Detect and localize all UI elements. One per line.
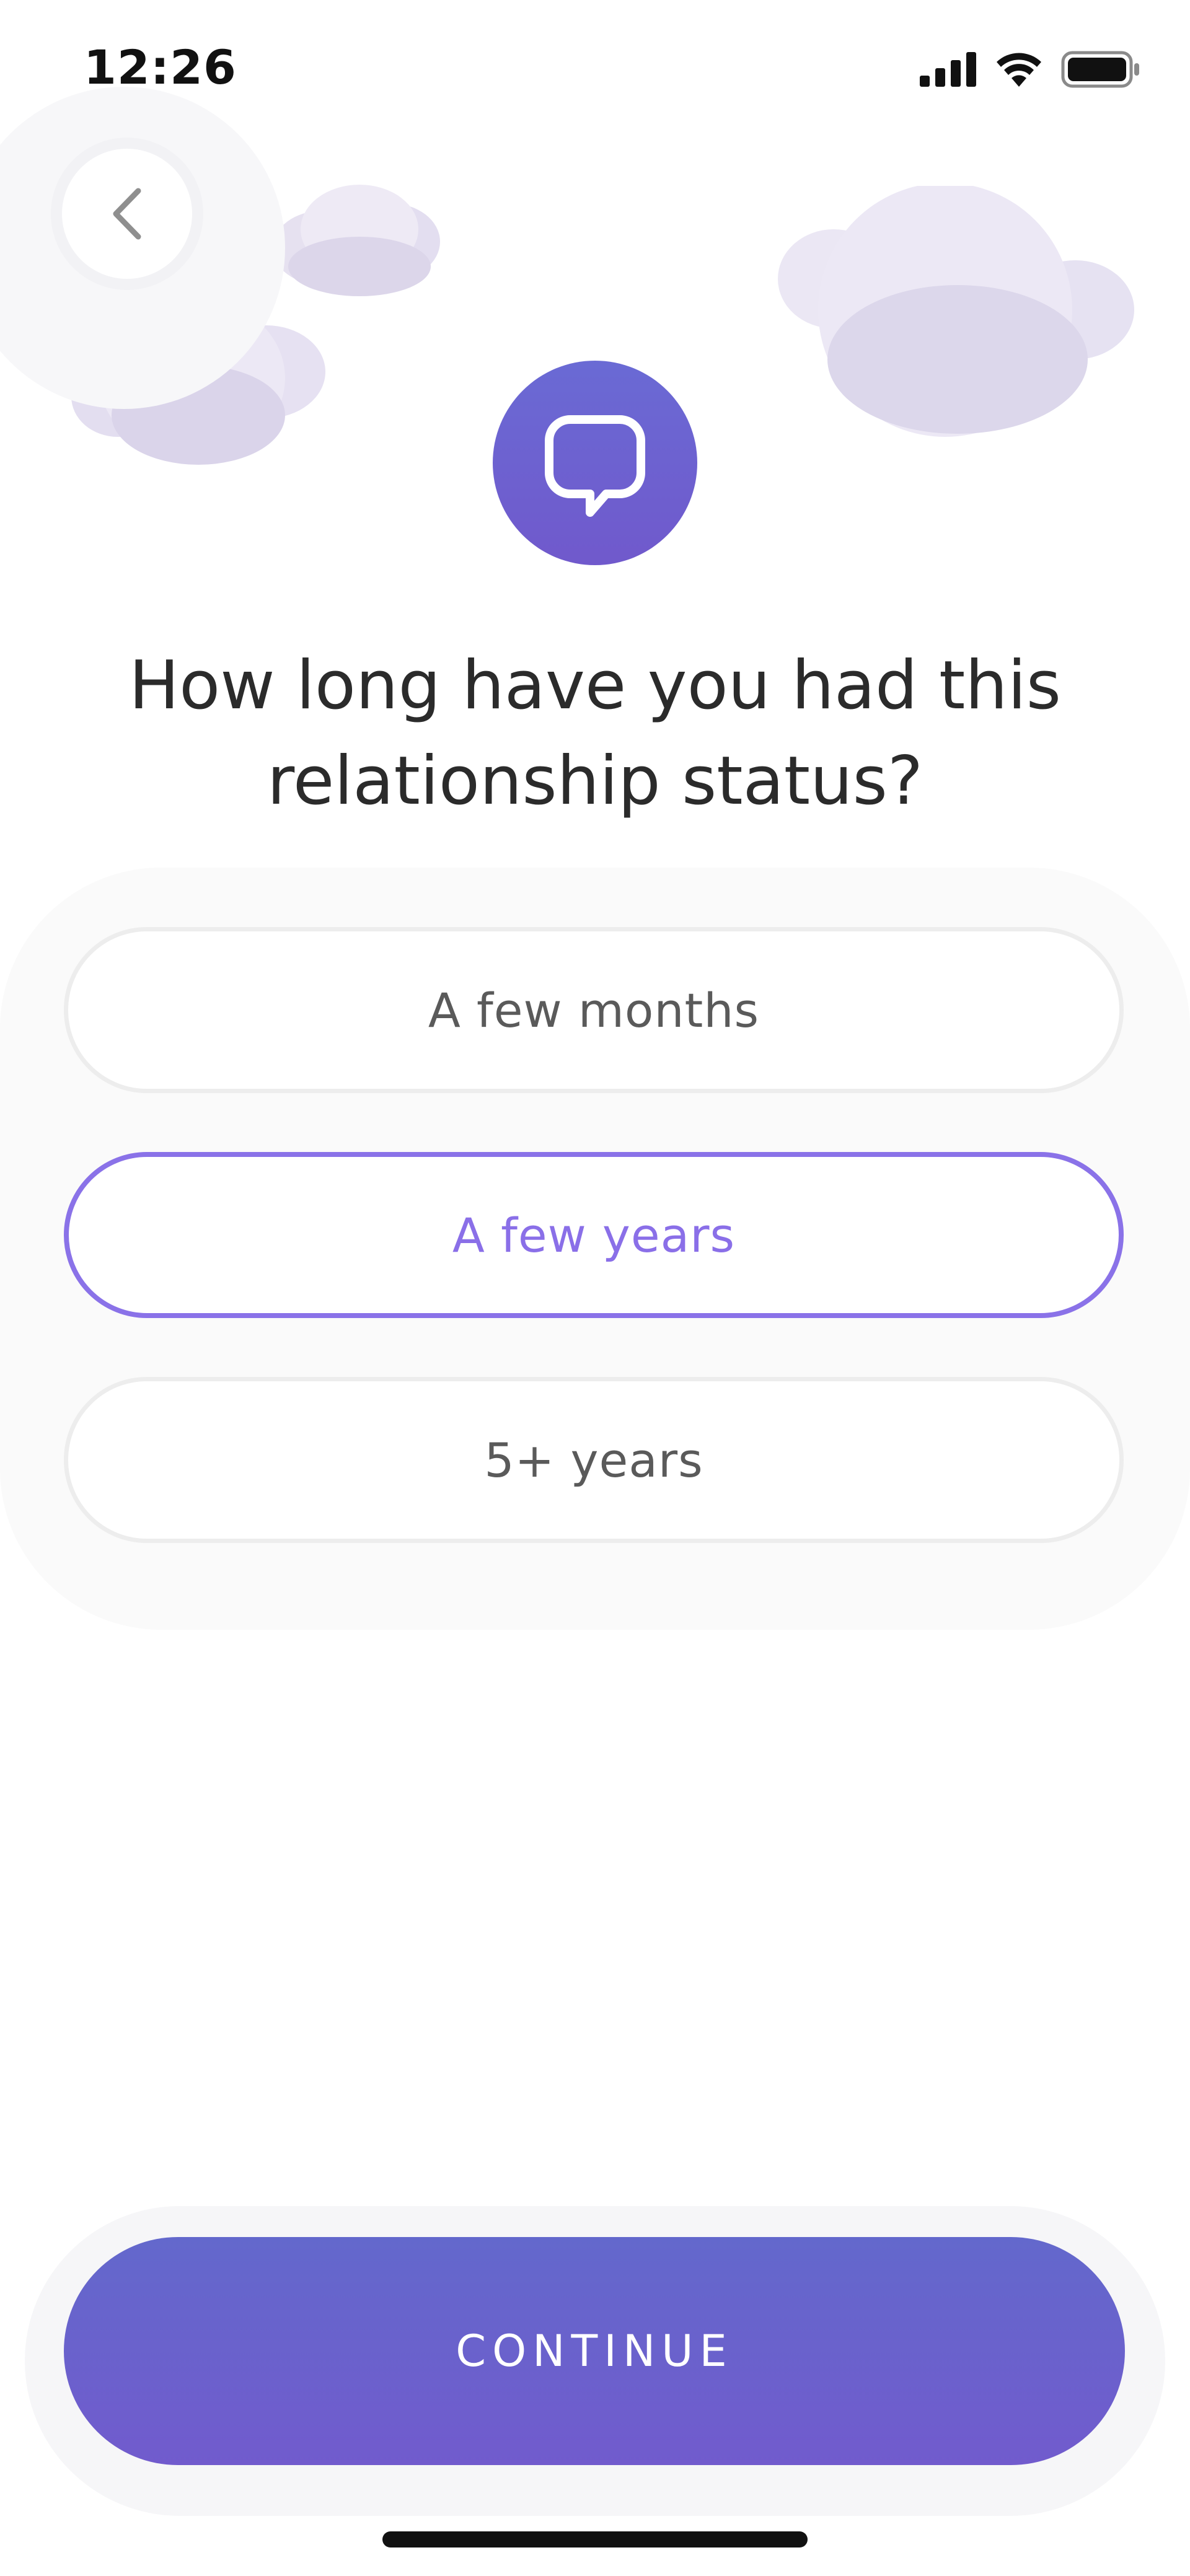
speech-bubble-icon (545, 415, 645, 517)
signal-icon (920, 52, 976, 87)
screen: 12:26 How long have you had this relatio… (0, 0, 1190, 2576)
home-indicator (382, 2531, 808, 2547)
question-title: How long have you had this relationship … (128, 647, 1062, 820)
option-a-few-months[interactable]: A few months (64, 927, 1124, 1093)
battery-icon (1061, 51, 1139, 88)
chevron-left-icon (113, 188, 141, 240)
status-time: 12:26 (84, 40, 237, 95)
cloud-icon (778, 186, 1134, 437)
wifi-icon (997, 53, 1041, 87)
back-button[interactable] (62, 149, 192, 279)
app-icon (493, 361, 697, 565)
continue-button[interactable]: CONTINUE (64, 2237, 1125, 2465)
status-icons (920, 51, 1140, 88)
cloud-icon (273, 185, 440, 296)
option-5-plus-years[interactable]: 5+ years (64, 1377, 1124, 1543)
option-a-few-years[interactable]: A few years (64, 1152, 1124, 1318)
